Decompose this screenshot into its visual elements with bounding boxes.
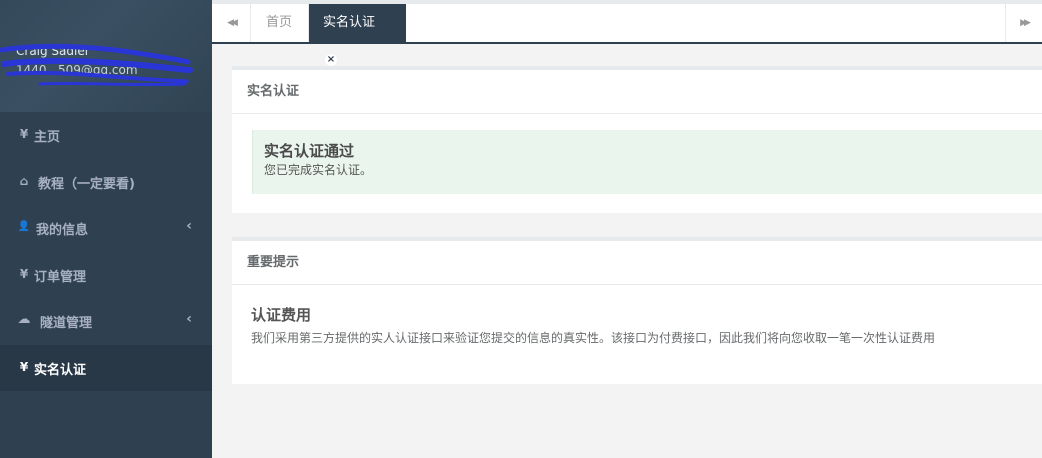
double-chevron-left-icon: ◀◀	[227, 18, 238, 28]
notice-body: 认证费用 我们采用第三方提供的实人认证接口来验证您提交的信息的真实性。该接口为付…	[251, 303, 1032, 349]
alert-title: 实名认证通过	[264, 142, 355, 160]
sidebar: Craig Sadler 1440...509@qq.com ¥ 主页 ⌂ 教程…	[0, 0, 212, 458]
home-icon: ⌂	[19, 173, 29, 188]
sidebar-item-label: 隧道管理	[40, 316, 93, 331]
notice-text: 我们采用第三方提供的实人认证接口来验证您提交的信息的真实性。该接口为付费接口，因…	[251, 331, 936, 345]
sidebar-item-tunnels[interactable]: ☁ 隧道管理 ‹	[0, 298, 212, 345]
tab-home[interactable]: 首页	[252, 4, 309, 42]
tab-label: 首页	[266, 15, 293, 30]
sidebar-item-label: 订单管理	[34, 269, 87, 285]
double-chevron-right-icon: ▶▶	[1020, 18, 1031, 28]
close-icon[interactable]: ×	[325, 53, 337, 66]
chevron-left-icon: ‹	[186, 311, 192, 327]
cloud-icon: ☁	[17, 312, 31, 327]
sidebar-item-orders[interactable]: ¥ 订单管理	[0, 252, 212, 299]
yen-icon: ¥	[19, 359, 29, 374]
sidebar-item-label: 主页	[34, 130, 61, 145]
sidebar-item-label: 我的信息	[36, 223, 89, 238]
success-alert: 实名认证通过 您已完成实名认证。	[252, 130, 1042, 194]
panel-title: 重要提示	[232, 241, 1042, 285]
notice-heading: 认证费用	[251, 306, 312, 324]
sidebar-item-label: 实名认证	[34, 362, 87, 378]
sidebar-item-my-info[interactable]: 👤 我的信息 ‹	[0, 205, 212, 252]
chevron-left-icon: ‹	[186, 218, 192, 234]
profile-header[interactable]: Craig Sadler 1440...509@qq.com	[0, 0, 212, 112]
sidebar-item-home[interactable]: ¥ 主页	[0, 112, 212, 159]
tab-label: 实名认证	[323, 15, 376, 30]
yen-icon: ¥	[19, 266, 29, 281]
redaction-scribble	[0, 43, 193, 87]
tab-verification[interactable]: 实名认证 ×	[309, 4, 406, 66]
tab-bar: ◀◀ 首页 实名认证 × ▶▶	[212, 0, 1042, 66]
panel-title: 实名认证	[232, 70, 1042, 114]
sidebar-item-tutorial[interactable]: ⌂ 教程（一定要看)	[0, 159, 212, 206]
scroll-right-button[interactable]: ▶▶	[1005, 4, 1042, 42]
alert-text: 您已完成实名认证。	[264, 163, 373, 177]
verification-panel: 实名认证 实名认证通过 您已完成实名认证。	[232, 66, 1042, 213]
notice-panel: 重要提示 认证费用 我们采用第三方提供的实人认证接口来验证您提交的信息的真实性。…	[232, 237, 1042, 384]
scroll-left-button[interactable]: ◀◀	[212, 4, 251, 42]
sidebar-item-label: 教程（一定要看)	[38, 176, 135, 192]
sidebar-nav: ¥ 主页 ⌂ 教程（一定要看) 👤 我的信息 ‹ ¥ 订单管理 ☁ 隧道管理 ‹…	[0, 112, 212, 391]
user-icon: 👤	[17, 221, 31, 232]
yen-icon: ¥	[19, 127, 29, 141]
sidebar-item-verification[interactable]: ¥ 实名认证	[0, 344, 212, 391]
